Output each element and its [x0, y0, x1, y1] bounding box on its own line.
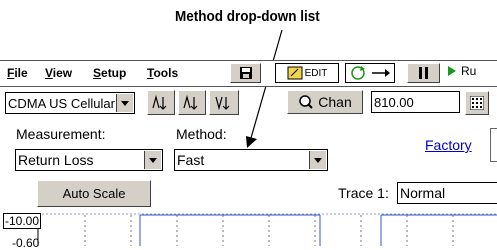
menu-setup[interactable]: Setup	[93, 66, 126, 80]
keypad-icon	[470, 96, 484, 110]
auto-scale-button[interactable]: Auto Scale	[37, 180, 151, 207]
marker-button-2[interactable]	[178, 90, 206, 115]
run-button[interactable]: Ru	[447, 64, 476, 78]
chevron-down-icon	[309, 151, 326, 169]
measurement-label: Measurement:	[16, 126, 106, 142]
edit-icon	[287, 66, 303, 80]
trace-label: Trace 1:	[338, 185, 389, 201]
method-callout-label: Method drop-down list	[175, 8, 320, 25]
side-panel-edge	[490, 128, 497, 162]
save-button[interactable]	[230, 63, 261, 83]
floppy-disk-icon	[239, 67, 252, 79]
play-icon	[448, 66, 456, 76]
marker-valley-icon	[215, 96, 230, 110]
menu-view[interactable]: View	[45, 66, 72, 80]
method-select[interactable]: Fast	[174, 149, 328, 171]
menu-file[interactable]: File	[7, 66, 28, 80]
trace-select[interactable]: Normal	[397, 182, 497, 204]
keypad-button[interactable]	[465, 91, 489, 115]
chan-button[interactable]: Chan	[287, 90, 363, 114]
marker-peak-icon	[152, 94, 167, 110]
standard-select[interactable]: CDMA US Cellular	[5, 92, 135, 114]
frequency-input[interactable]: 810.00	[371, 91, 460, 113]
y-axis-second-label: -0.60	[12, 236, 40, 250]
edit-button[interactable]: EDIT	[275, 63, 339, 83]
method-label: Method:	[176, 126, 227, 142]
y-axis-top-label: -10.00	[3, 213, 42, 229]
marker-button-1[interactable]	[147, 90, 175, 115]
measurement-select[interactable]: Return Loss	[15, 149, 163, 171]
marker-button-3[interactable]	[209, 90, 239, 115]
callout-leader-arrow	[246, 29, 283, 148]
magnifier-icon	[299, 95, 313, 109]
pause-button[interactable]	[407, 63, 440, 83]
continuous-sweep-button[interactable]	[345, 63, 395, 83]
factory-link[interactable]: Factory	[425, 137, 472, 153]
pause-icon	[418, 67, 428, 79]
sweep-arrows-icon	[351, 66, 390, 80]
chevron-down-icon	[144, 151, 161, 169]
menu-tools[interactable]: Tools	[147, 66, 178, 80]
plot-grid	[37, 213, 497, 246]
marker-next-icon	[183, 94, 198, 110]
chevron-down-icon	[116, 94, 133, 112]
